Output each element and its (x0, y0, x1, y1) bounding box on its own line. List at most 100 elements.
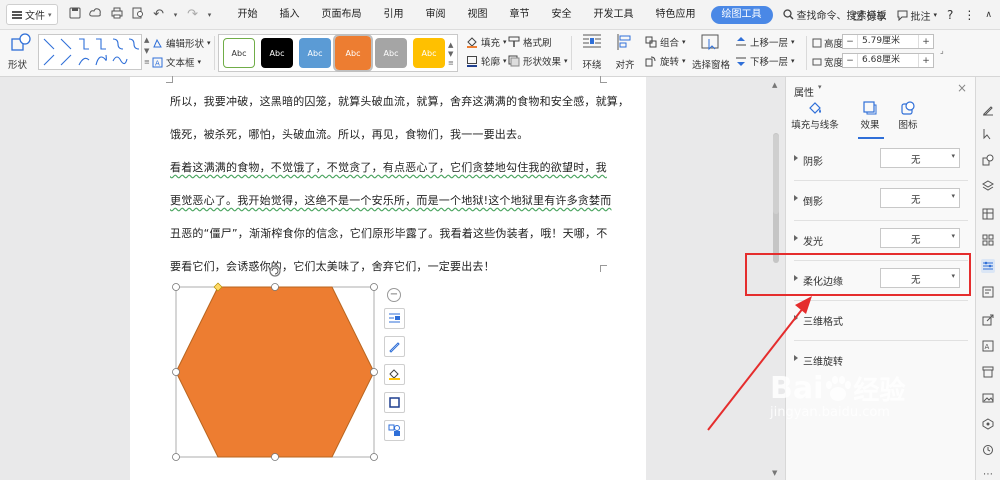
plugin-icon[interactable] (981, 417, 995, 431)
scroll-down-icon[interactable]: ▼ (772, 469, 777, 477)
width-value[interactable]: 6.68厘米 (857, 54, 919, 67)
fill-button[interactable]: 填充 ▾ (466, 35, 507, 49)
tab-chapter[interactable]: 章节 (499, 0, 541, 30)
undo-icon[interactable]: ↶ (152, 7, 166, 22)
expand-icon[interactable] (794, 195, 798, 201)
print-preview-icon[interactable] (131, 7, 145, 22)
send-backward-button[interactable]: 下移一层 ▾ (735, 54, 795, 68)
height-value[interactable]: 5.79厘米 (857, 35, 919, 48)
help-button[interactable]: ? (947, 8, 953, 22)
tab-home[interactable]: 开始 (227, 0, 269, 30)
properties-icon[interactable] (981, 259, 995, 273)
hexagon-shape[interactable] (170, 265, 384, 465)
close-icon[interactable]: × (957, 81, 967, 95)
undo-dropdown-icon[interactable]: ▾ (173, 11, 179, 19)
expand-icon[interactable] (794, 155, 798, 161)
layers-icon[interactable] (981, 179, 995, 193)
shape-effect-tool-button[interactable] (384, 420, 405, 441)
increment-button[interactable]: + (919, 56, 933, 66)
share-out-icon[interactable] (981, 313, 995, 327)
customize-icon[interactable]: ▾ (207, 11, 213, 19)
width-stepper[interactable]: − 6.68厘米 + (842, 53, 934, 68)
shapes-icon[interactable] (981, 153, 995, 167)
height-stepper[interactable]: − 5.79厘米 + (842, 34, 934, 49)
glow-row[interactable]: 发光 无 ▾ (786, 225, 976, 261)
tab-security[interactable]: 安全 (541, 0, 583, 30)
table-icon[interactable] (981, 207, 995, 221)
collapse-ribbon-icon[interactable]: ∧ (985, 10, 992, 20)
style-gallery-more-icon[interactable]: ▲ ▼ ≡ (448, 41, 454, 68)
dialog-launcher-icon[interactable]: ⌟ (940, 46, 944, 55)
tab-special[interactable]: 特色应用 (645, 0, 707, 30)
tab-icons[interactable]: 图标 (882, 99, 934, 131)
shape-style-1[interactable]: Abc (223, 38, 255, 68)
shape-outline-tool-button[interactable] (384, 336, 405, 357)
edit-icon[interactable] (981, 103, 995, 117)
cloud-sync-icon[interactable] (89, 7, 103, 22)
save-icon[interactable] (68, 7, 82, 22)
reflection-select[interactable]: 无 ▾ (880, 188, 960, 208)
shape-fill-tool-button[interactable] (384, 364, 405, 385)
group-button[interactable]: 组合 ▾ (645, 35, 686, 49)
align-button[interactable]: 对齐 (610, 33, 640, 71)
shape-style-6[interactable]: Abc (413, 38, 445, 68)
expand-icon[interactable] (794, 235, 798, 241)
panel-menu-icon[interactable]: ▾ (818, 83, 822, 91)
tab-page-layout[interactable]: 页面布局 (311, 0, 373, 30)
select-value: 无 (911, 235, 921, 246)
share-label: 分享 (866, 11, 887, 23)
selection-pane-button[interactable]: 选择窗格 (692, 33, 730, 71)
image-icon[interactable] (981, 391, 995, 405)
line-shape-gallery[interactable] (38, 34, 142, 70)
shape-style-2[interactable]: Abc (261, 38, 293, 68)
textbox-button[interactable]: A 文本框 ▾ (152, 55, 201, 69)
decrement-button[interactable]: − (843, 56, 857, 66)
tab-references[interactable]: 引用 (373, 0, 415, 30)
outline-button[interactable]: 轮廓 ▾ (466, 54, 507, 68)
scroll-up-icon[interactable]: ▲ (772, 81, 777, 89)
wrap-button[interactable]: 环绕 (577, 33, 607, 71)
tab-fill-and-line[interactable]: 填充与线条 (789, 99, 841, 131)
shape-style-4[interactable]: Abc (333, 34, 373, 72)
history-icon[interactable] (981, 443, 995, 457)
rotate-button[interactable]: 旋转 ▾ (645, 54, 686, 68)
format-brush-button[interactable]: 格式刷 (508, 35, 552, 49)
tab-drawing-tools[interactable]: 绘图工具 (710, 5, 773, 24)
shadow-row[interactable]: 阴影 无 ▾ (786, 145, 976, 181)
select-icon[interactable] (981, 127, 995, 141)
tab-review[interactable]: 审阅 (415, 0, 457, 30)
glow-select[interactable]: 无 ▾ (880, 228, 960, 248)
shape-style-3[interactable]: Abc (299, 38, 331, 68)
bring-forward-button[interactable]: 上移一层 ▾ (735, 35, 795, 49)
print-icon[interactable] (110, 7, 124, 22)
shape-button[interactable]: 形状 (8, 33, 36, 73)
annotate-button[interactable]: 批注 ▾ (897, 8, 937, 23)
decrement-button[interactable]: − (843, 37, 857, 47)
share-button[interactable]: 分享 (853, 8, 887, 23)
shape-effect-button[interactable]: 形状效果 ▾ (508, 54, 568, 68)
format-icon[interactable] (981, 285, 995, 299)
tab-insert[interactable]: 插入 (269, 0, 311, 30)
panel-scrollbar[interactable] (773, 134, 779, 214)
grid-icon[interactable] (981, 233, 995, 247)
archive-icon[interactable] (981, 365, 995, 379)
3d-format-row[interactable]: 三维格式 (786, 305, 976, 341)
reflection-row[interactable]: 倒影 无 ▾ (786, 185, 976, 221)
shape-style-5[interactable]: Abc (375, 38, 407, 68)
expand-icon[interactable] (794, 315, 798, 321)
more-icon[interactable]: ⋮ (963, 8, 975, 22)
gallery-scroll-icon[interactable]: ▲ ▼ ≡ (144, 35, 150, 68)
layout-options-button[interactable] (384, 308, 405, 329)
expand-icon[interactable] (794, 355, 798, 361)
dictionary-icon[interactable]: A (981, 339, 995, 353)
redo-icon[interactable]: ↷ (186, 7, 200, 22)
increment-button[interactable]: + (919, 37, 933, 47)
shape-border-tool-button[interactable] (384, 392, 405, 413)
tab-developer[interactable]: 开发工具 (583, 0, 645, 30)
shadow-select[interactable]: 无 ▾ (880, 148, 960, 168)
more-icon[interactable]: ⋯ (981, 467, 995, 480)
collapse-tools-icon[interactable]: − (387, 288, 401, 302)
file-menu-button[interactable]: 文件 ▾ (6, 4, 58, 25)
edit-shape-button[interactable]: 编辑形状 ▾ (152, 36, 211, 50)
tab-view[interactable]: 视图 (457, 0, 499, 30)
